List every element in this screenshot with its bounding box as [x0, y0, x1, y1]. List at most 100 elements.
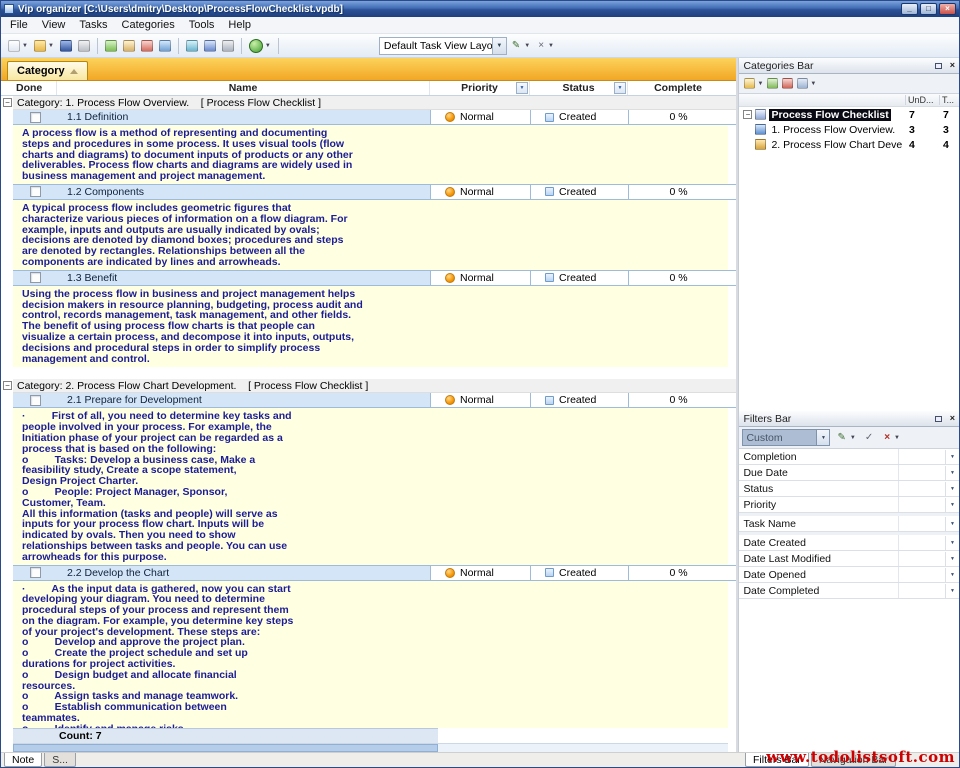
filter-row-completion[interactable]: Completion ▼	[739, 449, 959, 465]
done-checkbox[interactable]	[30, 112, 41, 123]
filter-preset-select[interactable]: Custom ▼	[742, 429, 830, 446]
task-name[interactable]: 1.1 Definition	[57, 110, 430, 124]
done-checkbox[interactable]	[30, 272, 41, 283]
task-name[interactable]: 1.3 Benefit	[57, 271, 430, 285]
filter-row-due-date[interactable]: Due Date ▼	[739, 465, 959, 481]
chevron-down-icon[interactable]: ▼	[945, 536, 959, 550]
tab-more[interactable]: S...	[44, 753, 76, 767]
minimize-button[interactable]: _	[901, 3, 918, 15]
delete-task-button[interactable]	[138, 36, 156, 56]
tree-item-label[interactable]: Process Flow Checklist	[769, 109, 890, 121]
filter-row-status[interactable]: Status ▼	[739, 481, 959, 497]
group-tab-category[interactable]: Category	[7, 61, 88, 80]
tree-column-total[interactable]: T...	[939, 95, 959, 105]
task-name[interactable]: 2.2 Develop the Chart	[57, 566, 430, 580]
add-task-button[interactable]	[102, 36, 120, 56]
delete-filter-button[interactable]: ×▼	[880, 429, 902, 446]
panel-close-icon[interactable]: ×	[950, 61, 955, 70]
filter-row-date-opened[interactable]: Date Opened ▼	[739, 567, 959, 583]
undone-count: 4	[905, 139, 939, 151]
close-button[interactable]: ×	[939, 3, 956, 15]
tree-item-checklist[interactable]: − Process Flow Checklist 7 7	[739, 107, 959, 122]
filter-row-priority[interactable]: Priority ▼	[739, 497, 959, 513]
new-database-button[interactable]: ▼	[5, 36, 31, 56]
category-row[interactable]: − Category: 1. Process Flow Overview. [ …	[13, 96, 736, 110]
column-header-priority[interactable]: Priority ▼	[430, 81, 530, 95]
chevron-down-icon: ▼	[757, 81, 763, 87]
task-row[interactable]: 1.1 Definition Normal Created 0 %	[13, 109, 736, 125]
filter-row-task-name[interactable]: Task Name ▼	[739, 516, 959, 532]
delete-category-button[interactable]	[780, 75, 795, 92]
horizontal-scrollbar[interactable]	[13, 743, 728, 752]
panel-restore-icon[interactable]	[935, 63, 942, 69]
find-button[interactable]	[219, 36, 237, 56]
sync-button[interactable]: ▼	[246, 36, 274, 56]
menu-tools[interactable]: Tools	[182, 18, 222, 32]
column-header-status[interactable]: Status ▼	[530, 81, 628, 95]
move-up-button[interactable]	[183, 36, 201, 56]
task-view-layout-select[interactable]: Default Task View Layout ▼	[379, 37, 507, 55]
collapse-icon[interactable]: −	[743, 110, 752, 119]
filter-row-date-created[interactable]: Date Created ▼	[739, 535, 959, 551]
panel-restore-icon[interactable]	[935, 416, 942, 422]
save-button[interactable]	[57, 36, 75, 56]
print-button[interactable]	[75, 36, 93, 56]
menu-file[interactable]: File	[3, 18, 35, 32]
tree-item-label[interactable]: 2. Process Flow Chart Deve	[769, 139, 905, 151]
scrollbar-thumb[interactable]	[13, 744, 438, 752]
layout-selected-value: Default Task View Layout	[380, 40, 492, 52]
edit-category-button[interactable]	[765, 75, 780, 92]
status-filter-icon[interactable]: ▼	[614, 82, 626, 94]
tree-column-undone[interactable]: UnD...	[905, 95, 939, 105]
chevron-down-icon[interactable]: ▼	[945, 450, 959, 464]
more-category-button[interactable]: ▼	[795, 75, 818, 92]
menu-categories[interactable]: Categories	[115, 18, 182, 32]
done-checkbox[interactable]	[30, 567, 41, 578]
task-name[interactable]: 1.2 Components	[57, 185, 430, 199]
collapse-icon[interactable]: −	[3, 98, 12, 107]
edit-layout-button[interactable]: ✎▼	[507, 36, 533, 56]
complete-value: 0 %	[628, 393, 728, 407]
chevron-down-icon[interactable]: ▼	[945, 584, 959, 598]
column-header-name[interactable]: Name	[57, 81, 430, 95]
tree-item-label[interactable]: 1. Process Flow Overview.	[769, 124, 905, 136]
open-database-button[interactable]: ▼	[31, 36, 57, 56]
clear-filter-button[interactable]: ✓	[861, 429, 877, 446]
filter-row-date-completed[interactable]: Date Completed ▼	[739, 583, 959, 599]
grid-footer: Count: 7	[13, 728, 736, 752]
move-down-button[interactable]	[201, 36, 219, 56]
filter-row-date-last-modified[interactable]: Date Last Modified ▼	[739, 551, 959, 567]
chevron-down-icon[interactable]: ▼	[945, 482, 959, 496]
edit-filter-button[interactable]: ✎▼	[833, 429, 857, 446]
status-created-icon	[545, 187, 554, 196]
column-header-complete[interactable]: Complete	[628, 81, 728, 95]
complete-task-button[interactable]	[156, 36, 174, 56]
priority-filter-icon[interactable]: ▼	[516, 82, 528, 94]
category-row[interactable]: − Category: 2. Process Flow Chart Develo…	[13, 379, 736, 393]
add-category-button[interactable]: ▼	[742, 75, 765, 92]
edit-task-button[interactable]	[120, 36, 138, 56]
menu-view[interactable]: View	[35, 18, 73, 32]
panel-close-icon[interactable]: ×	[950, 414, 955, 423]
chevron-down-icon[interactable]: ▼	[945, 466, 959, 480]
column-header-done[interactable]: Done	[13, 81, 57, 95]
tab-note[interactable]: Note	[4, 753, 42, 767]
menu-help[interactable]: Help	[221, 18, 258, 32]
done-checkbox[interactable]	[30, 186, 41, 197]
chevron-down-icon[interactable]: ▼	[945, 552, 959, 566]
done-checkbox[interactable]	[30, 395, 41, 406]
task-name[interactable]: 2.1 Prepare for Development	[57, 393, 430, 407]
tree-item-category-2[interactable]: 2. Process Flow Chart Deve 4 4	[739, 137, 959, 152]
chevron-down-icon[interactable]: ▼	[945, 517, 959, 531]
task-row[interactable]: 1.3 Benefit Normal Created 0 %	[13, 270, 736, 286]
collapse-icon[interactable]: −	[3, 381, 12, 390]
task-row[interactable]: 2.2 Develop the Chart Normal Created 0 %	[13, 565, 736, 581]
chevron-down-icon[interactable]: ▼	[945, 568, 959, 582]
task-row[interactable]: 1.2 Components Normal Created 0 %	[13, 184, 736, 200]
chevron-down-icon[interactable]: ▼	[945, 498, 959, 512]
delete-layout-button[interactable]: ×▼	[533, 36, 557, 56]
task-row[interactable]: 2.1 Prepare for Development Normal Creat…	[13, 392, 736, 408]
maximize-button[interactable]: □	[920, 3, 937, 15]
tree-item-category-1[interactable]: 1. Process Flow Overview. 3 3	[739, 122, 959, 137]
menu-tasks[interactable]: Tasks	[72, 18, 114, 32]
